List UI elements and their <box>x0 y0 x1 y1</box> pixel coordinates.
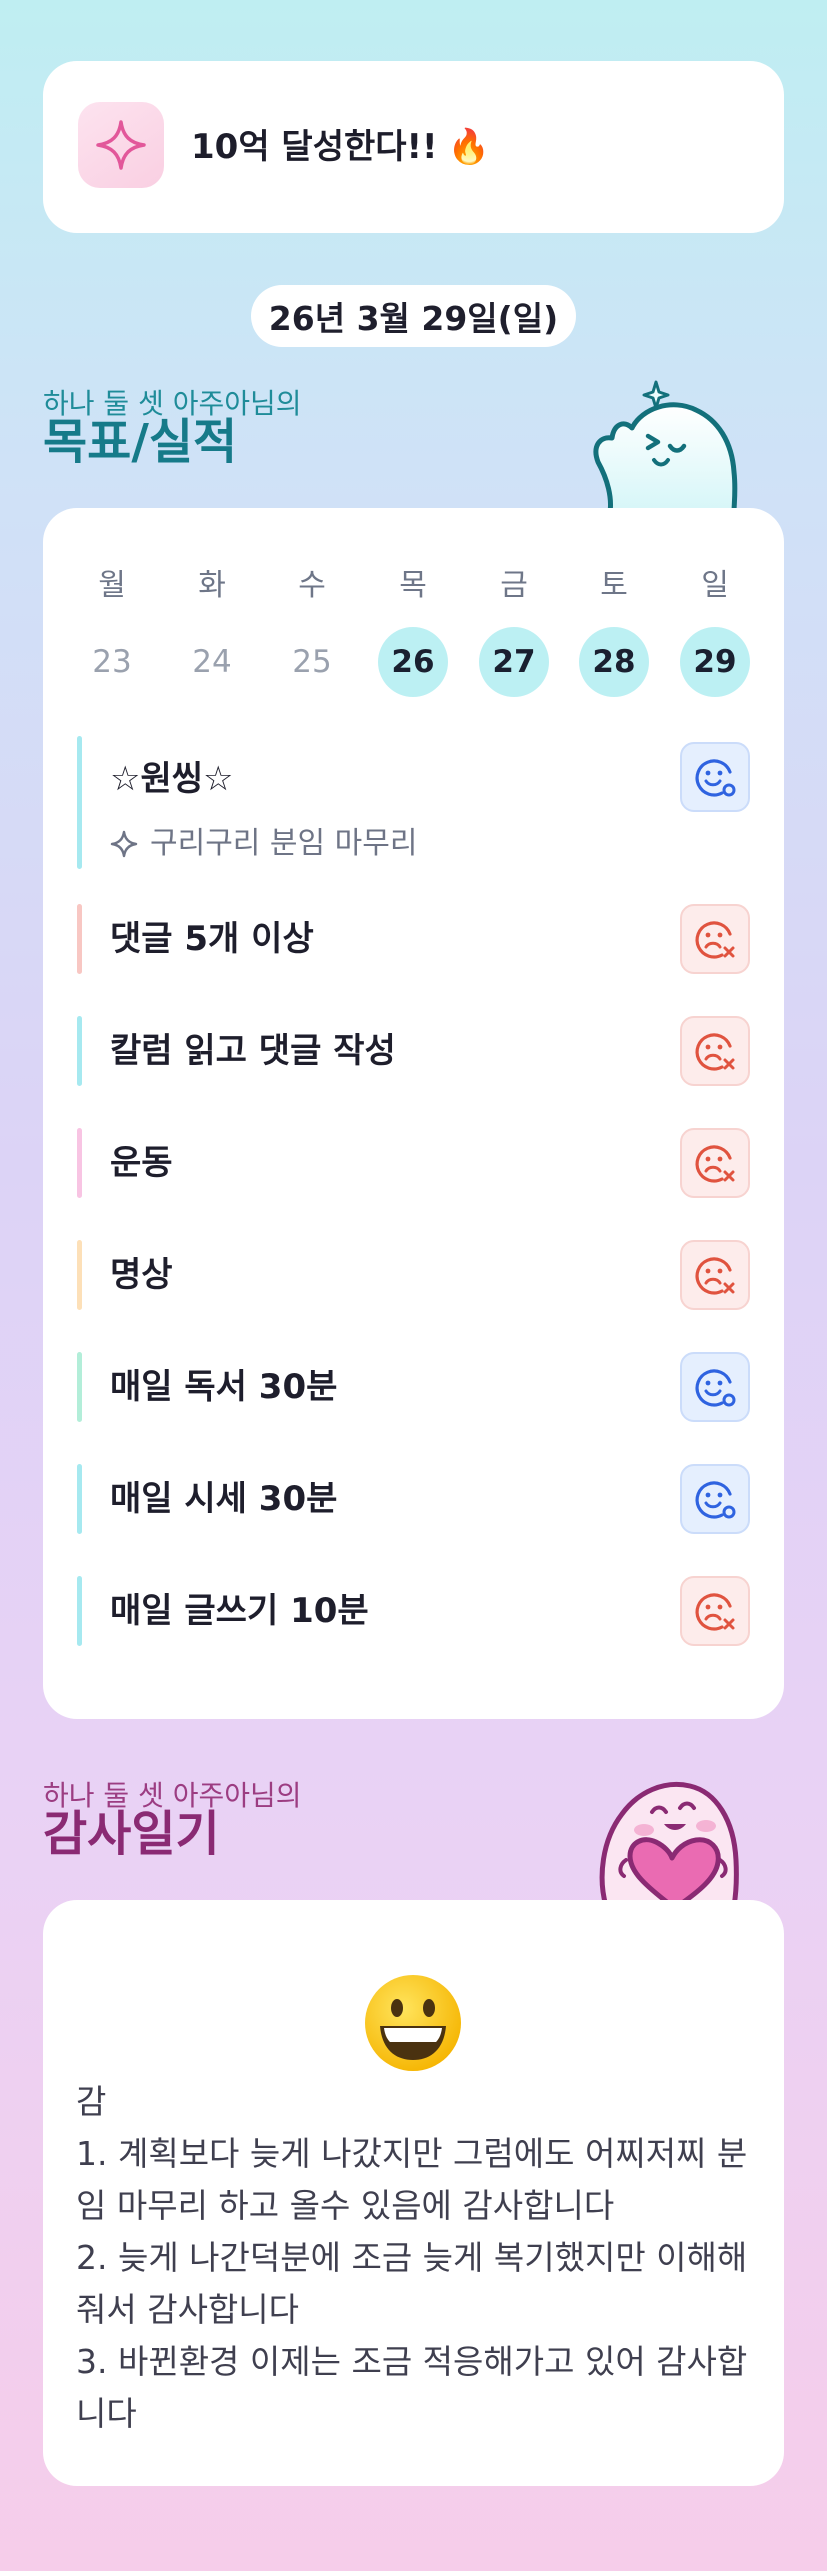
weekday-thu: 목 <box>399 568 427 603</box>
happy-face-icon[interactable] <box>680 1464 750 1534</box>
task-label: 매일 시세 30분 <box>110 1479 338 1519</box>
gratitude-text: 감 1. 계획보다 늦게 나갔지만 그럼에도 어찌저찌 분임 마무리 하고 올수… <box>76 2082 748 2433</box>
task-label: 운동 <box>110 1143 173 1183</box>
waving-mascot-icon <box>593 380 738 512</box>
date-cell[interactable]: 28 <box>579 627 649 697</box>
weekday-mon: 월 <box>98 568 126 603</box>
weekday-tue: 화 <box>198 568 226 603</box>
weekday-sun: 일 <box>701 568 729 603</box>
task-label: 명상 <box>110 1255 173 1295</box>
goals-section-title: 목표/실적 <box>43 414 238 470</box>
task-label: 칼럼 읽고 댓글 작성 <box>110 1031 396 1071</box>
task-color-bar <box>77 1016 82 1086</box>
task-color-bar <box>77 1576 82 1646</box>
sad-face-icon[interactable] <box>680 1240 750 1310</box>
date-cell[interactable]: 25 <box>277 627 347 697</box>
sparkle-icon <box>78 102 164 188</box>
task-label: 매일 독서 30분 <box>110 1367 338 1407</box>
task-label: 매일 글쓰기 10분 <box>110 1591 369 1631</box>
task-subgoal-label: 구리구리 분임 마무리 <box>150 826 418 861</box>
task-item[interactable]: 댓글 5개 이상 <box>77 904 750 974</box>
task-label: 댓글 5개 이상 <box>110 919 314 959</box>
sad-face-icon[interactable] <box>680 1016 750 1086</box>
fire-icon: 🔥 <box>447 127 490 167</box>
goals-card: 월 화 수 목 금 토 일 23 24 25 26 27 28 29 ☆원씽☆ … <box>43 508 784 1719</box>
task-color-bar <box>77 736 82 869</box>
task-label: ☆원씽☆ <box>110 759 234 799</box>
goal-card[interactable]: 10억 달성한다!! 🔥 <box>43 61 784 233</box>
goal-text: 10억 달성한다!! 🔥 <box>191 123 490 171</box>
task-item[interactable]: 매일 글쓰기 10분 <box>77 1576 750 1646</box>
sad-face-icon[interactable] <box>680 1576 750 1646</box>
date-cell[interactable]: 23 <box>77 627 147 697</box>
date-pill[interactable]: 26년 3월 29일(일) <box>251 285 576 347</box>
task-item[interactable]: 운동 <box>77 1128 750 1198</box>
task-color-bar <box>77 904 82 974</box>
date-cell[interactable]: 26 <box>378 627 448 697</box>
task-item[interactable]: 칼럼 읽고 댓글 작성 <box>77 1016 750 1086</box>
gratitude-card[interactable]: 감 1. 계획보다 늦게 나갔지만 그럼에도 어찌저찌 분임 마무리 하고 올수… <box>43 1900 784 2486</box>
task-item[interactable]: ☆원씽☆ 구리구리 분임 마무리 <box>77 736 750 869</box>
date-cell[interactable]: 29 <box>680 627 750 697</box>
goal-label: 10억 달성한다!! <box>191 127 438 167</box>
task-item[interactable]: 명상 <box>77 1240 750 1310</box>
sad-face-icon[interactable] <box>680 1128 750 1198</box>
weekday-fri: 금 <box>500 568 528 603</box>
date-cell[interactable]: 27 <box>479 627 549 697</box>
task-color-bar <box>77 1240 82 1310</box>
heart-mascot-icon <box>599 1781 739 1906</box>
task-item[interactable]: 매일 시세 30분 <box>77 1464 750 1534</box>
task-color-bar <box>77 1352 82 1422</box>
task-color-bar <box>77 1128 82 1198</box>
happy-face-icon[interactable] <box>680 1352 750 1422</box>
grinning-face-icon <box>365 1975 461 2071</box>
task-subgoal: 구리구리 분임 마무리 <box>110 824 417 864</box>
date-cell[interactable]: 24 <box>177 627 247 697</box>
happy-face-icon[interactable] <box>680 742 750 812</box>
sparkle-outline-icon <box>110 830 138 858</box>
weekday-sat: 토 <box>600 568 628 603</box>
sad-face-icon[interactable] <box>680 904 750 974</box>
gratitude-section-title: 감사일기 <box>43 1806 220 1862</box>
task-item[interactable]: 매일 독서 30분 <box>77 1352 750 1422</box>
task-color-bar <box>77 1464 82 1534</box>
weekday-wed: 수 <box>298 568 326 603</box>
